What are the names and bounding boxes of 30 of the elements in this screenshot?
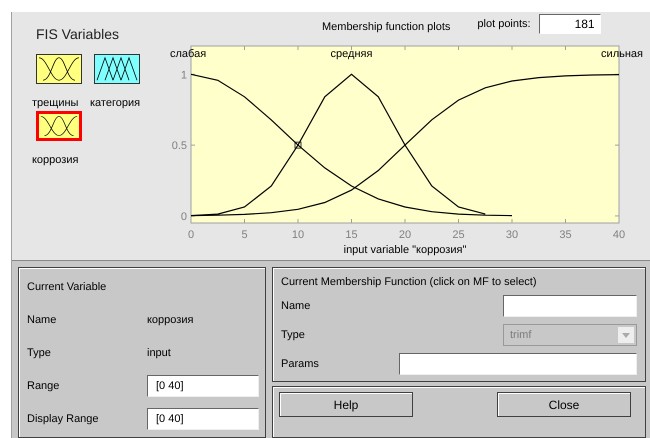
panel-title: FIS Variables	[36, 26, 120, 42]
field-label: Type	[281, 329, 305, 341]
variable-type: input	[147, 346, 172, 358]
axis-tick-label: 5	[241, 229, 248, 241]
panel-title: Current Membership Function (click on MF to select)	[281, 276, 538, 288]
axis-tick-label: 1	[180, 69, 187, 82]
curve-label: слабая	[170, 48, 206, 60]
field-label: Range	[27, 380, 60, 392]
curve-label: сильная	[601, 48, 643, 60]
field-label: Name	[281, 300, 310, 312]
axis-tick-label: 30	[506, 229, 518, 241]
axis-tick-label: 0	[188, 229, 194, 241]
variable-name: коррозия	[147, 314, 194, 326]
field-label: Type	[27, 346, 52, 358]
axis-tick-label: 20	[398, 229, 412, 241]
axis-label: input variable "коррозия"	[344, 244, 466, 256]
axis-tick-label: 10	[292, 229, 304, 241]
field-label: Name	[27, 314, 58, 326]
axis-tick-label: 15	[345, 229, 358, 241]
axis-tick-label: 40	[612, 229, 626, 241]
axis-tick-label: 0	[180, 210, 187, 223]
panel-title: Current Variable	[27, 280, 108, 292]
plot-title: Membership function plots	[322, 21, 450, 33]
field-label: plot points:	[477, 18, 531, 30]
axis-tick-label: 0.5	[172, 140, 187, 152]
field-label: Display Range	[27, 412, 100, 424]
field-label: Params	[281, 358, 319, 370]
curve-label: средняя	[330, 48, 372, 60]
axis-tick-label: 35	[559, 229, 572, 241]
axis-tick-label: 25	[452, 229, 465, 241]
